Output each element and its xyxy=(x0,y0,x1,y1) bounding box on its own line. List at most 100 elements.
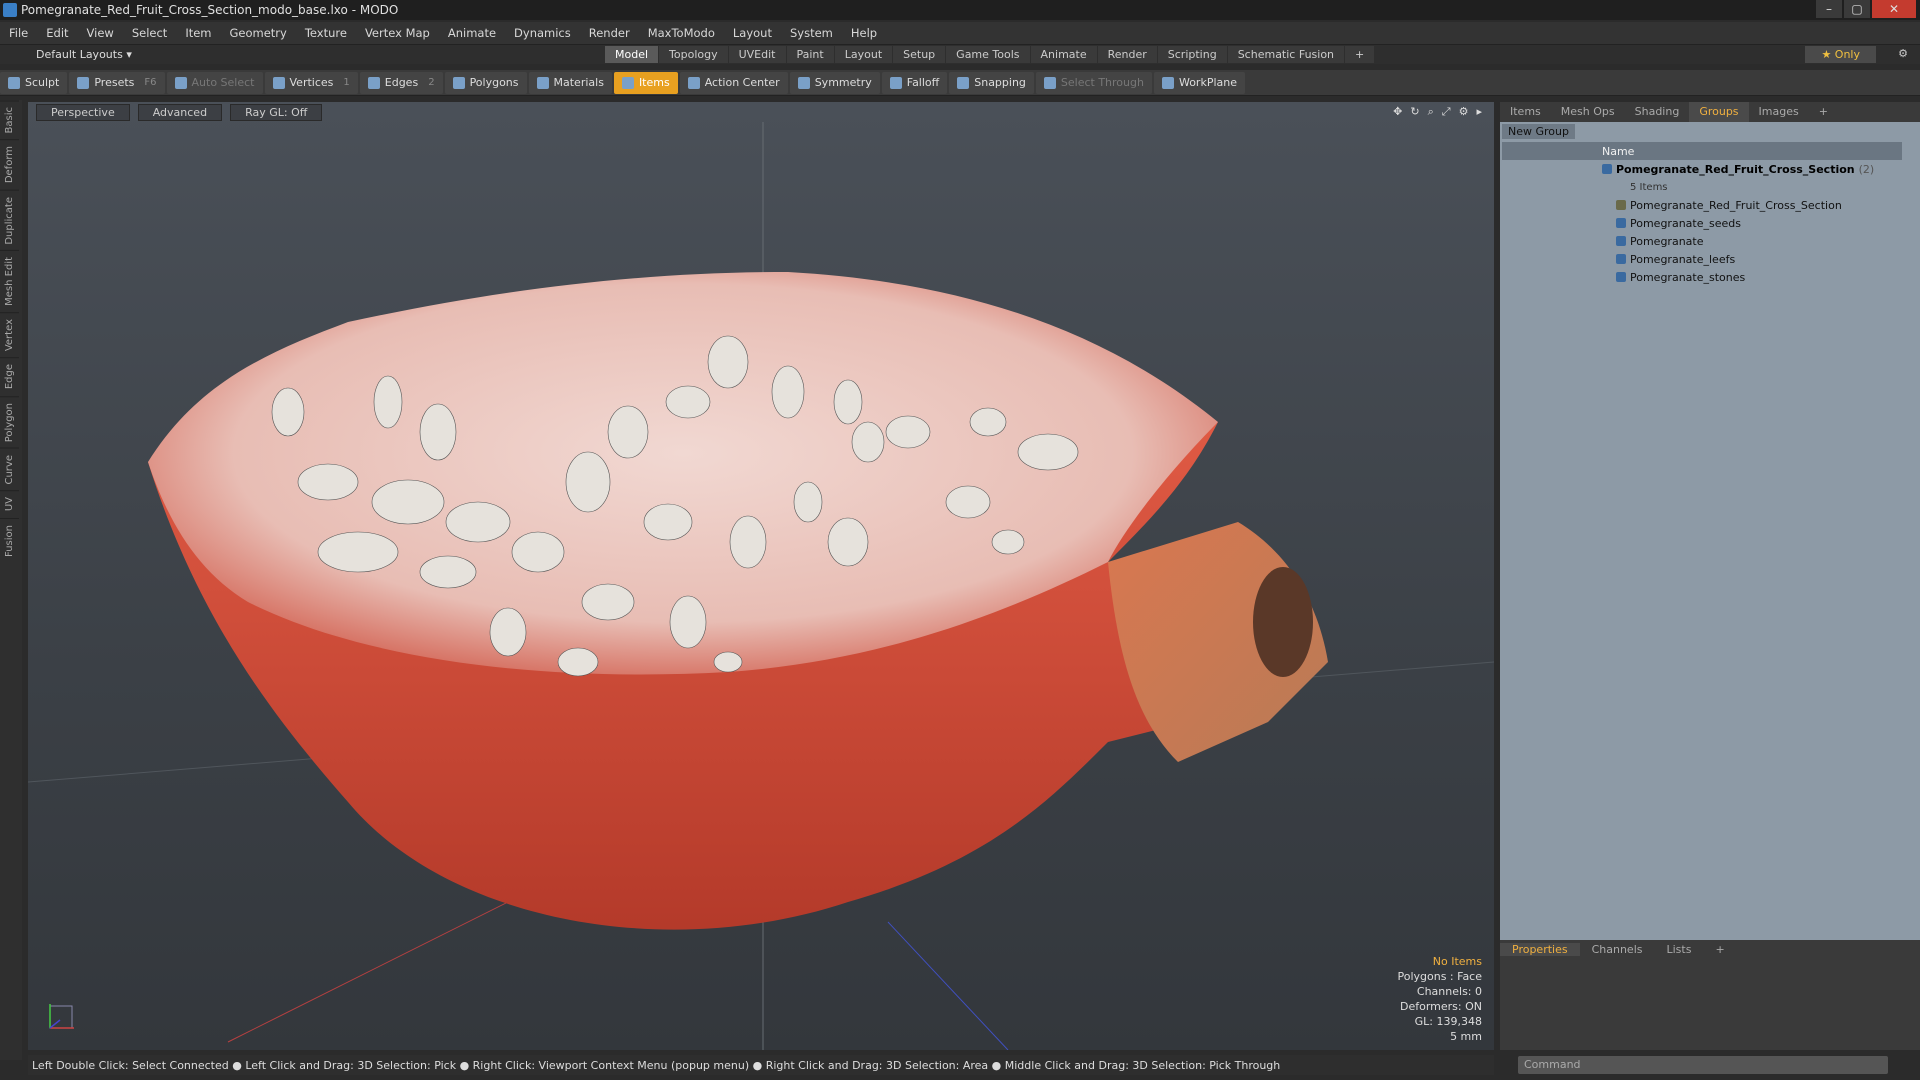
menu-maxtomodo[interactable]: MaxToModo xyxy=(639,26,724,40)
left-tab-edge[interactable]: Edge xyxy=(0,357,19,396)
tab-game-tools[interactable]: Game Tools xyxy=(946,46,1030,63)
tab-mesh-ops[interactable]: Mesh Ops xyxy=(1551,102,1625,122)
left-tab-curve[interactable]: Curve xyxy=(0,447,19,491)
expand-arrow-icon[interactable]: ▸ xyxy=(1476,105,1482,119)
auto-select-button[interactable]: Auto Select xyxy=(166,71,263,94)
tab-groups[interactable]: Groups xyxy=(1689,102,1749,122)
tab-topology[interactable]: Topology xyxy=(659,46,728,63)
status-bar: Left Double Click: Select Connected ● Le… xyxy=(28,1055,1494,1075)
tab-model[interactable]: Model xyxy=(605,46,659,63)
rotate-icon[interactable]: ↻ xyxy=(1410,105,1419,119)
edges-button[interactable]: Edges 2 xyxy=(359,71,443,94)
menu-edit[interactable]: Edit xyxy=(37,26,77,40)
materials-label: Materials xyxy=(553,76,604,89)
left-tab-vertex[interactable]: Vertex xyxy=(0,312,19,358)
tree-item[interactable]: Pomegranate xyxy=(1502,232,1902,250)
left-tab-duplicate[interactable]: Duplicate xyxy=(0,189,19,251)
tab-scripting[interactable]: Scripting xyxy=(1157,46,1227,63)
add-properties-tab-button[interactable]: + xyxy=(1703,943,1736,956)
items-button[interactable]: Items xyxy=(613,71,678,94)
materials-button[interactable]: Materials xyxy=(528,71,612,94)
left-tab-deform[interactable]: Deform xyxy=(0,139,19,190)
vertices-button[interactable]: Vertices 1 xyxy=(264,71,358,94)
add-tab-button[interactable]: + xyxy=(1345,46,1375,63)
tree-item-label: Pomegranate_stones xyxy=(1630,270,1746,284)
sculpt-button[interactable]: Sculpt xyxy=(0,71,68,94)
menu-animate[interactable]: Animate xyxy=(439,26,505,40)
polygons-status: Polygons : Face xyxy=(1397,970,1482,983)
only-button[interactable]: ★ Only xyxy=(1805,46,1876,63)
group-root-label: Pomegranate_Red_Fruit_Cross_Section xyxy=(1616,162,1855,176)
tab-setup[interactable]: Setup xyxy=(893,46,946,63)
snapping-button[interactable]: Snapping xyxy=(949,71,1034,94)
menu-texture[interactable]: Texture xyxy=(296,26,356,40)
menu-dynamics[interactable]: Dynamics xyxy=(505,26,580,40)
new-group-button[interactable]: New Group xyxy=(1502,124,1575,139)
minimize-button[interactable]: – xyxy=(1816,0,1842,18)
tab-properties[interactable]: Properties xyxy=(1500,942,1580,956)
tree-item[interactable]: Pomegranate_leefs xyxy=(1502,250,1902,268)
tab-render[interactable]: Render xyxy=(1097,46,1157,63)
tab-images[interactable]: Images xyxy=(1749,102,1809,122)
left-tab-uv[interactable]: UV xyxy=(0,490,19,518)
tab-items[interactable]: Items xyxy=(1500,102,1551,122)
left-tab-fusion[interactable]: Fusion xyxy=(0,517,19,563)
tab-uvedit[interactable]: UVEdit xyxy=(728,46,786,63)
tab-animate[interactable]: Animate xyxy=(1030,46,1097,63)
left-tab-polygon[interactable]: Polygon xyxy=(0,395,19,448)
command-input[interactable]: Command xyxy=(1518,1056,1888,1074)
menu-view[interactable]: View xyxy=(78,26,123,40)
window-title: Pomegranate_Red_Fruit_Cross_Section_modo… xyxy=(21,3,399,17)
tab-paint[interactable]: Paint xyxy=(786,46,834,63)
polygons-icon xyxy=(452,76,465,89)
group-icon xyxy=(1602,164,1612,174)
tab-shading[interactable]: Shading xyxy=(1625,102,1690,122)
3d-viewport[interactable]: Perspective Advanced Ray GL: Off ✥ ↻ ⌕ ⤢… xyxy=(28,102,1494,1050)
menu-vertex-map[interactable]: Vertex Map xyxy=(356,26,439,40)
menu-geometry[interactable]: Geometry xyxy=(221,26,296,40)
fit-icon[interactable]: ⤢ xyxy=(1442,105,1451,119)
window-controls: – ▢ ✕ xyxy=(1814,0,1916,18)
group-root-row[interactable]: Pomegranate_Red_Fruit_Cross_Section (2) xyxy=(1502,160,1902,178)
layout-dropdown[interactable]: Default Layouts ▾ xyxy=(36,48,132,61)
view-perspective-dropdown[interactable]: Perspective xyxy=(36,103,130,121)
symmetry-icon xyxy=(797,76,810,89)
falloff-button[interactable]: Falloff xyxy=(881,71,948,94)
tab-schematic-fusion[interactable]: Schematic Fusion xyxy=(1227,46,1345,63)
right-panel-tabs: Items Mesh Ops Shading Groups Images + xyxy=(1500,102,1920,122)
action-center-button[interactable]: Action Center xyxy=(679,71,788,94)
maximize-button[interactable]: ▢ xyxy=(1844,0,1870,18)
name-column-header[interactable]: Name xyxy=(1602,145,1634,158)
menu-item[interactable]: Item xyxy=(176,26,220,40)
menu-render[interactable]: Render xyxy=(580,26,639,40)
tab-channels[interactable]: Channels xyxy=(1580,943,1655,956)
menu-layout[interactable]: Layout xyxy=(724,26,781,40)
viewport-info: No Items Polygons : Face Channels: 0 Def… xyxy=(1397,954,1482,1044)
raygl-toggle[interactable]: Ray GL: Off xyxy=(230,103,323,121)
tree-item[interactable]: Pomegranate_seeds xyxy=(1502,214,1902,232)
viewport-settings-icon[interactable]: ⚙ xyxy=(1459,105,1469,119)
presets-button[interactable]: Presets F6 xyxy=(69,71,165,94)
zoom-icon[interactable]: ⌕ xyxy=(1428,105,1434,119)
gear-icon[interactable]: ⚙ xyxy=(1898,47,1908,60)
shading-mode-dropdown[interactable]: Advanced xyxy=(137,103,223,121)
symmetry-button[interactable]: Symmetry xyxy=(789,71,880,94)
menu-help[interactable]: Help xyxy=(842,26,886,40)
menu-file[interactable]: File xyxy=(0,26,37,40)
add-panel-tab-button[interactable]: + xyxy=(1809,102,1838,122)
pan-icon[interactable]: ✥ xyxy=(1393,105,1402,119)
tab-lists[interactable]: Lists xyxy=(1655,943,1704,956)
select-through-button[interactable]: Select Through xyxy=(1035,71,1152,94)
tab-layout[interactable]: Layout xyxy=(834,46,893,63)
vertices-label: Vertices xyxy=(289,76,334,89)
left-tab-basic[interactable]: Basic xyxy=(0,100,19,140)
menu-select[interactable]: Select xyxy=(123,26,176,40)
menu-system[interactable]: System xyxy=(781,26,842,40)
tree-item[interactable]: Pomegranate_stones xyxy=(1502,268,1902,286)
axis-gizmo-icon xyxy=(49,1004,74,1029)
close-button[interactable]: ✕ xyxy=(1872,0,1916,18)
polygons-button[interactable]: Polygons xyxy=(444,71,527,94)
left-tab-mesh-edit[interactable]: Mesh Edit xyxy=(0,250,19,313)
workplane-button[interactable]: WorkPlane xyxy=(1153,71,1245,94)
tree-item[interactable]: Pomegranate_Red_Fruit_Cross_Section xyxy=(1502,196,1902,214)
